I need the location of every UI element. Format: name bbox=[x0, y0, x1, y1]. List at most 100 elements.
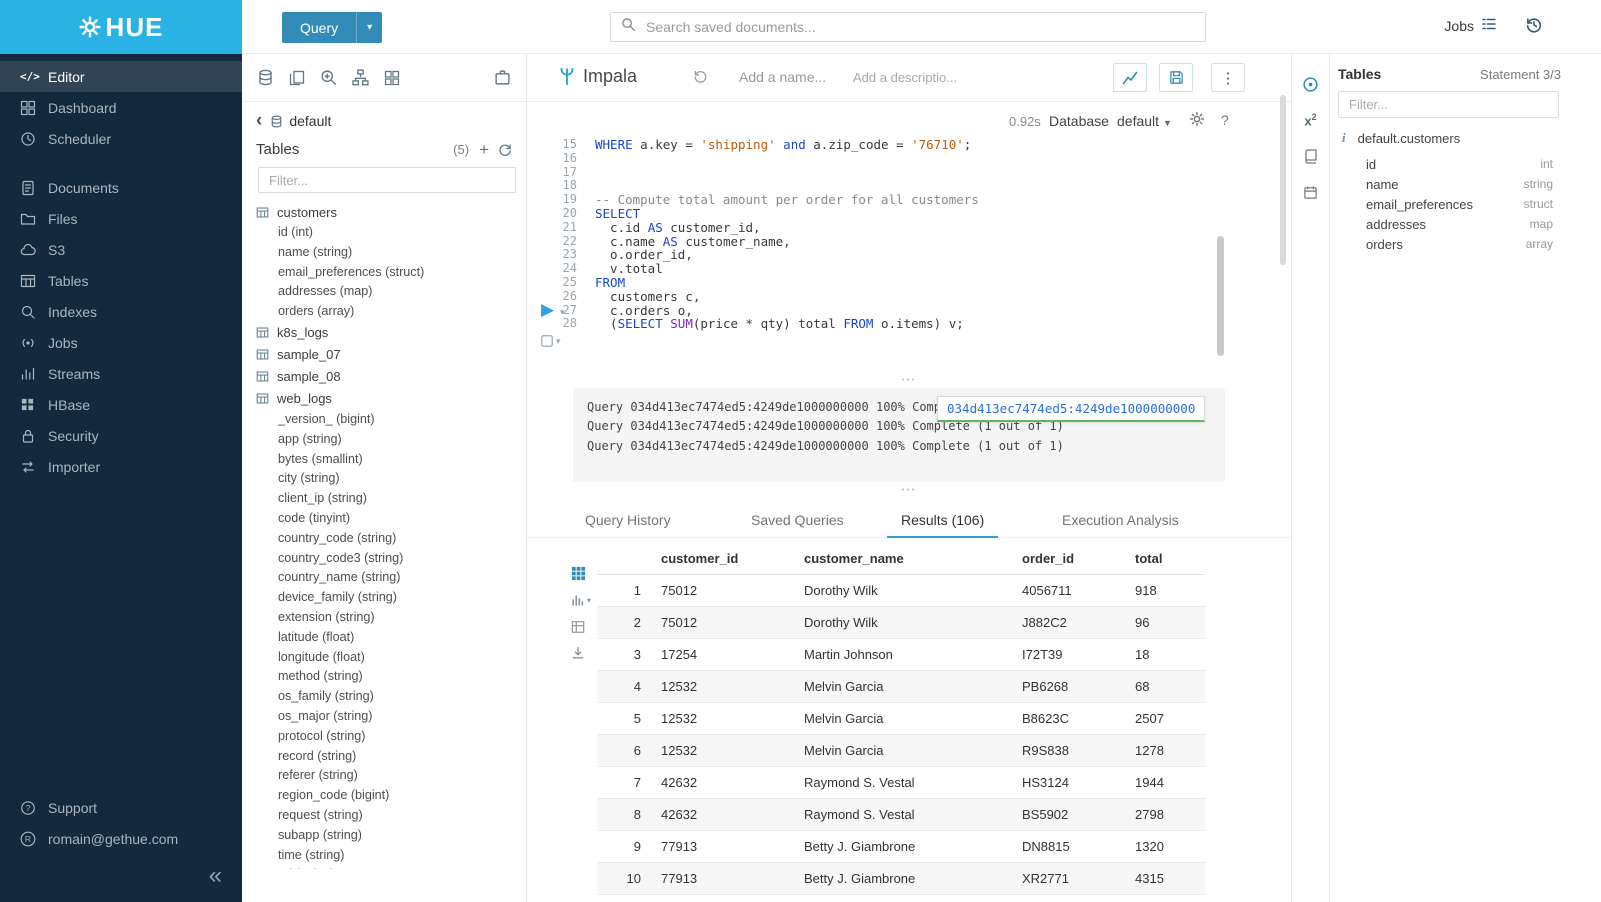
sidebar-item-indexes[interactable]: Indexes bbox=[0, 296, 242, 327]
column-item[interactable]: orders (array) bbox=[242, 302, 526, 322]
sidebar-footer-user[interactable]: Rromain@gethue.com bbox=[0, 823, 242, 854]
column-item[interactable]: referer (string) bbox=[242, 766, 526, 786]
tab-results[interactable]: Results (106) bbox=[887, 504, 998, 538]
functions-icon[interactable]: x2 bbox=[1292, 102, 1329, 138]
global-search[interactable] bbox=[610, 12, 1206, 42]
table-item[interactable]: sample_07 bbox=[242, 344, 526, 366]
column-item[interactable]: namestring bbox=[1330, 174, 1601, 194]
sidebar-item-tables[interactable]: Tables bbox=[0, 265, 242, 296]
column-item[interactable]: email_preferences (struct) bbox=[242, 263, 526, 283]
chart-view-icon[interactable]: ▾ bbox=[571, 593, 591, 607]
execute-button[interactable]: ▶ bbox=[541, 301, 554, 318]
column-item[interactable]: longitude (float) bbox=[242, 648, 526, 668]
search-input[interactable] bbox=[644, 18, 1195, 36]
table-item[interactable]: customers bbox=[242, 201, 526, 223]
column-item[interactable]: email_preferencesstruct bbox=[1330, 194, 1601, 214]
refresh-icon[interactable] bbox=[498, 143, 512, 157]
column-item[interactable]: device_family (string) bbox=[242, 588, 526, 608]
hue-logo[interactable]: HUE bbox=[0, 0, 242, 54]
resize-handle[interactable]: ⋯ bbox=[527, 376, 1291, 388]
column-item[interactable]: code (tinyint) bbox=[242, 509, 526, 529]
tab-execution-analysis[interactable]: Execution Analysis bbox=[1048, 504, 1193, 536]
column-item[interactable]: protocol (string) bbox=[242, 727, 526, 747]
jobs-link[interactable]: Jobs bbox=[1444, 16, 1497, 35]
execute-dropdown-icon[interactable]: ▾ bbox=[560, 307, 565, 318]
column-item[interactable]: os_family (string) bbox=[242, 687, 526, 707]
main-scrollbar[interactable] bbox=[1280, 95, 1286, 265]
resize-handle[interactable]: ⋯ bbox=[527, 486, 1291, 498]
sidebar-item-streams[interactable]: Streams bbox=[0, 358, 242, 389]
sidebar-item-s3[interactable]: S3 bbox=[0, 234, 242, 265]
language-reference-icon[interactable] bbox=[1292, 138, 1329, 174]
sidebar-item-documents[interactable]: Documents bbox=[0, 172, 242, 203]
table-row[interactable]: 977913Betty J. GiambroneDN88151320 bbox=[597, 831, 1205, 863]
table-item[interactable]: web_logs bbox=[242, 388, 526, 410]
column-item[interactable]: subapp (string) bbox=[242, 826, 526, 846]
documents-icon[interactable] bbox=[289, 70, 305, 86]
table-row[interactable]: 512532Melvin GarciaB8623C2507 bbox=[597, 703, 1205, 735]
kebab-menu-button[interactable]: ⋮ bbox=[1211, 63, 1245, 92]
add-table-icon[interactable]: + bbox=[479, 142, 489, 157]
statement-menu-icon[interactable]: ▾ bbox=[540, 334, 561, 348]
query-history-icon[interactable] bbox=[1525, 16, 1543, 39]
tab-saved-queries[interactable]: Saved Queries bbox=[737, 504, 858, 536]
column-item[interactable]: country_name (string) bbox=[242, 568, 526, 588]
query-description-field[interactable]: Add a descriptio... bbox=[853, 70, 957, 85]
sidebar-item-hbase[interactable]: HBase bbox=[0, 389, 242, 420]
sidebar-item-importer[interactable]: Importer bbox=[0, 451, 242, 482]
info-icon[interactable]: i bbox=[1342, 130, 1346, 146]
sidebar-item-security[interactable]: Security bbox=[0, 420, 242, 451]
table-filter[interactable] bbox=[258, 167, 516, 193]
sitemap-icon[interactable] bbox=[352, 69, 369, 86]
column-item[interactable]: city (string) bbox=[242, 469, 526, 489]
settings-gear-icon[interactable] bbox=[1189, 111, 1205, 127]
zoom-icon[interactable] bbox=[320, 69, 337, 86]
sidebar-item-files[interactable]: Files bbox=[0, 203, 242, 234]
code-editor[interactable]: 15WHERE a.key = 'shipping' and a.zip_cod… bbox=[527, 138, 1227, 331]
sidebar-collapse-icon[interactable]: « bbox=[209, 864, 222, 888]
sidebar-item-dashboard[interactable]: Dashboard bbox=[0, 92, 242, 123]
table-row[interactable]: 612532Melvin GarciaR9S8381278 bbox=[597, 735, 1205, 767]
new-query-button[interactable]: Query bbox=[282, 12, 356, 43]
chart-button[interactable] bbox=[1113, 63, 1147, 92]
table-row[interactable]: 742632Raymond S. VestalHS31241944 bbox=[597, 767, 1205, 799]
database-select[interactable]: default▼ bbox=[1117, 113, 1172, 129]
column-item[interactable]: country_code (string) bbox=[242, 529, 526, 549]
sidebar-item-editor[interactable]: </>Editor bbox=[0, 61, 242, 92]
table-row[interactable]: 412532Melvin GarciaPB626868 bbox=[597, 671, 1205, 703]
sidebar-footer-support[interactable]: ?Support bbox=[0, 792, 242, 823]
column-item[interactable]: bytes (smallint) bbox=[242, 450, 526, 470]
column-item[interactable]: region_code (bigint) bbox=[242, 786, 526, 806]
help-icon[interactable]: ? bbox=[1221, 112, 1229, 128]
active-table-row[interactable]: i default.customers bbox=[1338, 130, 1593, 146]
column-item[interactable]: _version_ (bigint) bbox=[242, 410, 526, 430]
column-item[interactable]: method (string) bbox=[242, 667, 526, 687]
back-chevron-icon[interactable]: ‹ bbox=[256, 114, 262, 128]
table-row[interactable]: 842632Raymond S. VestalBS59022798 bbox=[597, 799, 1205, 831]
table-item[interactable]: sample_08 bbox=[242, 366, 526, 388]
column-item[interactable]: extension (string) bbox=[242, 608, 526, 628]
table-row[interactable]: 275012Dorothy WilkJ882C296 bbox=[597, 607, 1205, 639]
right-filter-input[interactable] bbox=[1347, 96, 1550, 113]
download-icon[interactable] bbox=[571, 646, 585, 660]
right-table-filter[interactable] bbox=[1338, 91, 1559, 118]
query-name-field[interactable]: Add a name... bbox=[739, 69, 826, 85]
column-item[interactable]: time (string) bbox=[242, 846, 526, 866]
columns-view-icon[interactable] bbox=[571, 620, 585, 634]
schedule-icon[interactable] bbox=[1292, 174, 1329, 210]
column-item[interactable]: os_major (string) bbox=[242, 707, 526, 727]
table-filter-input[interactable] bbox=[267, 172, 507, 189]
column-item[interactable]: client_ip (string) bbox=[242, 489, 526, 509]
grid-view-icon[interactable] bbox=[571, 566, 586, 581]
query-id-tooltip[interactable]: 034d413ec7474ed5:4249de1000000000 bbox=[937, 396, 1205, 422]
column-item[interactable]: idint bbox=[1330, 154, 1601, 174]
assistant-icon[interactable] bbox=[1292, 66, 1329, 102]
apps-grid-icon[interactable] bbox=[384, 70, 400, 86]
engine-name[interactable]: Impala bbox=[583, 66, 637, 87]
query-dropdown-button[interactable]: ▾ bbox=[356, 12, 382, 43]
table-row[interactable]: 1077913Betty J. GiambroneXR27714315 bbox=[597, 863, 1205, 895]
table-row[interactable]: 175012Dorothy Wilk4056711918 bbox=[597, 575, 1205, 607]
databases-icon[interactable] bbox=[257, 69, 274, 86]
save-button[interactable] bbox=[1159, 63, 1193, 92]
column-item[interactable]: addresses (map) bbox=[242, 282, 526, 302]
